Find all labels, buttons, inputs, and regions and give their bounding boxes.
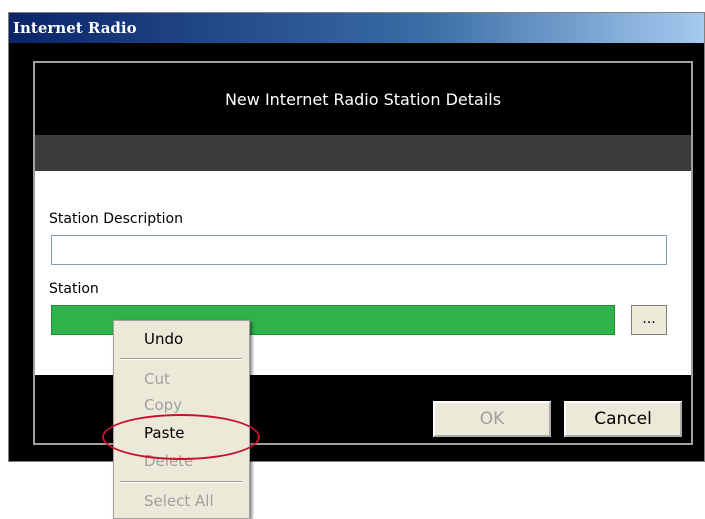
ok-button[interactable]: OK: [433, 401, 551, 437]
menu-item-paste[interactable]: Paste: [144, 424, 185, 442]
menu-separator: [120, 358, 242, 360]
station-description-input[interactable]: [51, 235, 667, 265]
menu-item-select-all[interactable]: Select All: [144, 492, 214, 510]
menu-item-cut[interactable]: Cut: [144, 370, 170, 388]
window-title: Internet Radio: [13, 19, 137, 37]
dialog-header: New Internet Radio Station Details: [35, 63, 691, 135]
menu-item-delete[interactable]: Delete: [144, 452, 193, 470]
dialog-heading: New Internet Radio Station Details: [224, 90, 502, 109]
header-divider-bar: [35, 135, 691, 171]
cancel-button[interactable]: Cancel: [564, 401, 682, 437]
browse-button[interactable]: ...: [631, 305, 667, 335]
menu-item-undo[interactable]: Undo: [144, 330, 183, 348]
title-bar[interactable]: Internet Radio: [9, 13, 704, 43]
station-description-label: Station Description: [49, 211, 183, 227]
menu-separator: [120, 481, 242, 483]
station-label: Station: [49, 281, 99, 297]
context-menu: Undo Cut Copy Paste Delete Select All: [113, 320, 250, 519]
menu-item-copy[interactable]: Copy: [144, 396, 182, 414]
